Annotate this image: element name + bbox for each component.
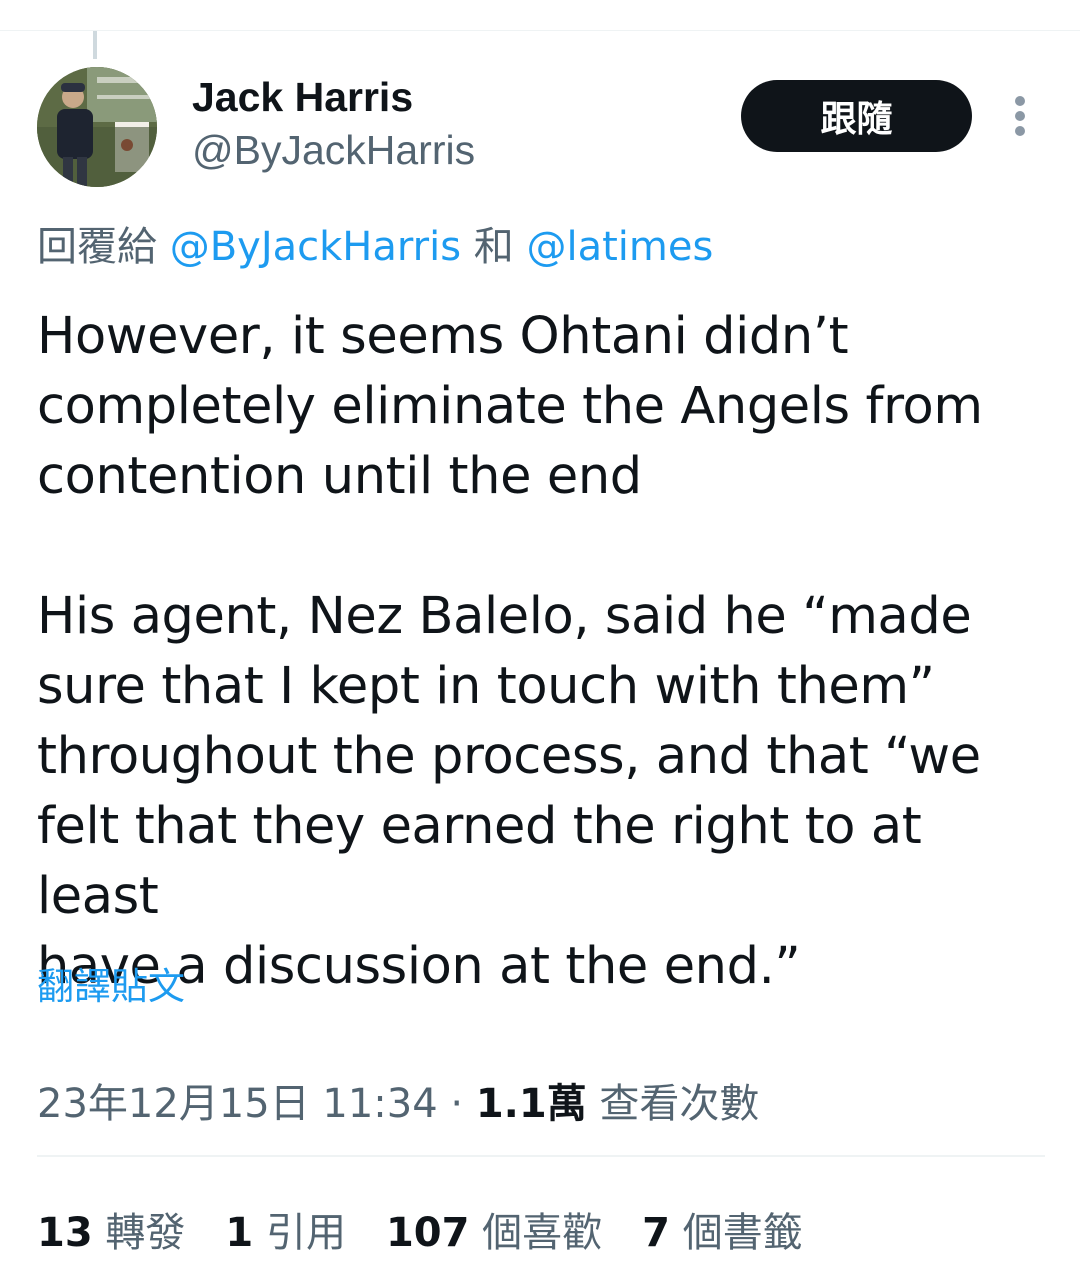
stats-divider [37, 1155, 1045, 1157]
avatar-photo [37, 67, 157, 187]
author-handle[interactable]: @ByJackHarris [192, 127, 475, 173]
author-name[interactable]: Jack Harris [192, 74, 413, 120]
stat-label: 個喜歡 [482, 1210, 603, 1256]
views-label: 查看次數 [599, 1081, 760, 1127]
reply-mention-byjackharris[interactable]: @ByJackHarris [170, 224, 461, 270]
stat-count: 7 [642, 1210, 671, 1256]
meta-separator: · [450, 1081, 464, 1127]
tweet-text: However, it seems Ohtani didn’t complete… [37, 307, 983, 996]
reply-prefix: 回覆給 [37, 224, 157, 270]
top-divider [0, 30, 1080, 31]
stat-count: 1 [225, 1210, 254, 1256]
stat-count: 107 [385, 1210, 470, 1256]
stat-reposts[interactable]: 13 轉發 [37, 1200, 185, 1258]
stat-likes[interactable]: 107 個喜歡 [386, 1200, 602, 1258]
translate-post-link[interactable]: 翻譯貼文 [37, 956, 185, 1010]
avatar[interactable] [37, 67, 157, 187]
tweet-meta: 23年12月15日 11:34 · 1.1萬 查看次數 [37, 1071, 759, 1129]
more-options-icon[interactable] [1004, 94, 1036, 138]
stat-bookmarks[interactable]: 7 個書籤 [642, 1200, 803, 1258]
thread-connector-line [93, 31, 97, 59]
follow-button[interactable]: 跟隨 [741, 80, 972, 152]
stat-label: 引用 [265, 1210, 346, 1256]
reply-context: 回覆給 @ByJackHarris 和 @latimes [37, 224, 713, 270]
stat-quotes[interactable]: 1 引用 [225, 1200, 346, 1258]
reply-connector: 和 [473, 224, 514, 270]
reply-mention-latimes[interactable]: @latimes [526, 224, 713, 270]
stat-label: 個書籤 [682, 1210, 803, 1256]
stat-label: 轉發 [105, 1210, 186, 1256]
views-count: 1.1萬 [475, 1081, 587, 1127]
timestamp[interactable]: 23年12月15日 11:34 [37, 1081, 438, 1127]
stat-count: 13 [37, 1210, 93, 1256]
engagement-stats: 13 轉發 1 引用 107 個喜歡 7 個書籤 [37, 1200, 843, 1258]
